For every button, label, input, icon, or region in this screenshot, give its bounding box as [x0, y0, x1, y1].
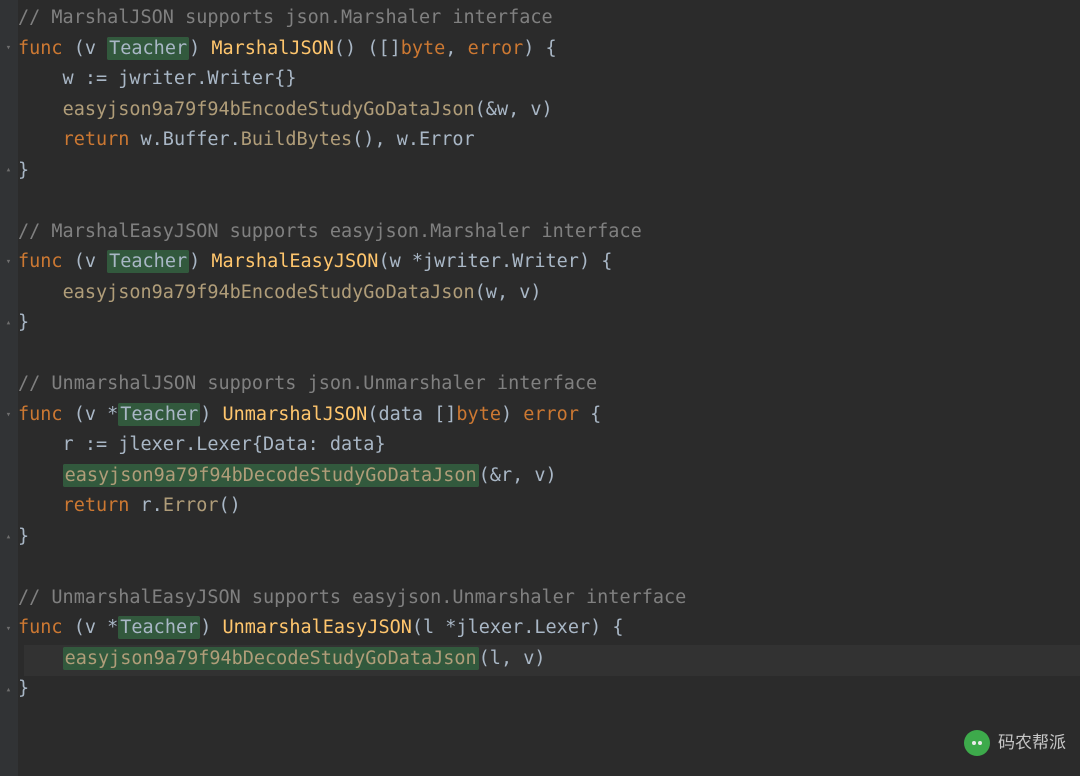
watermark-label: 码农帮派	[998, 728, 1066, 759]
brace: ) {	[590, 617, 623, 638]
keyword-return: return	[63, 129, 141, 150]
func-name: MarshalEasyJSON	[211, 251, 378, 272]
indent	[18, 465, 63, 486]
args: (&w, v)	[475, 99, 553, 120]
func-call: easyjson9a79f94bDecodeStudyGoDataJson	[63, 464, 479, 487]
receiver: (v	[74, 251, 107, 272]
func-name: UnmarshalEasyJSON	[223, 617, 412, 638]
receiver: (v *	[74, 617, 119, 638]
keyword-func: func	[18, 617, 63, 638]
func-name: UnmarshalJSON	[223, 404, 368, 425]
code: r := jlexer.	[18, 434, 196, 455]
keyword-return: return	[63, 495, 141, 516]
receiver: (v *	[74, 404, 119, 425]
parens: ()	[219, 495, 241, 516]
fold-icon[interactable]	[0, 614, 17, 644]
wechat-icon	[964, 730, 990, 756]
signature: () ([]	[334, 38, 401, 59]
comment: // UnmarshalJSON supports json.Unmarshal…	[18, 373, 597, 394]
brace: ) {	[579, 251, 612, 272]
func-name: MarshalJSON	[211, 38, 334, 59]
fold-icon[interactable]	[0, 155, 17, 185]
paren: )	[200, 617, 222, 638]
type-byte: byte	[401, 38, 446, 59]
indent	[18, 282, 63, 303]
fold-icon[interactable]	[0, 400, 17, 430]
signature: (w *jwriter.	[378, 251, 512, 272]
args: (&r, v)	[479, 465, 557, 486]
brace: }	[18, 312, 29, 333]
paren: )	[189, 251, 211, 272]
type-byte: byte	[456, 404, 501, 425]
braces: {}	[274, 68, 296, 89]
paren: )	[189, 38, 211, 59]
brace: }	[18, 526, 29, 547]
comment: // UnmarshalEasyJSON supports easyjson.U…	[18, 587, 686, 608]
receiver: (v	[74, 38, 107, 59]
type-error: error	[523, 404, 579, 425]
indent	[18, 648, 63, 669]
code-editor-content[interactable]: // MarshalJSON supports json.Marshaler i…	[18, 3, 686, 705]
args: (w, v)	[475, 282, 542, 303]
paren: )	[200, 404, 222, 425]
args: (l, v)	[479, 648, 546, 669]
paren: )	[501, 404, 523, 425]
fold-icon[interactable]	[0, 308, 17, 338]
func-call: easyjson9a79f94bEncodeStudyGoDataJson	[63, 282, 475, 303]
type-writer: Writer	[207, 68, 274, 89]
fold-icon[interactable]	[0, 247, 17, 277]
type-writer: Writer	[512, 251, 579, 272]
expr: r.	[141, 495, 163, 516]
type-teacher: Teacher	[118, 403, 200, 426]
brace: }	[18, 678, 29, 699]
brace: }	[18, 160, 29, 181]
indent	[18, 495, 63, 516]
comment: // MarshalEasyJSON supports easyjson.Mar…	[18, 221, 642, 242]
type-teacher: Teacher	[107, 250, 189, 273]
type-lexer: Lexer	[196, 434, 252, 455]
type-teacher: Teacher	[107, 37, 189, 60]
watermark: 码农帮派	[964, 728, 1066, 759]
keyword-func: func	[18, 251, 63, 272]
comma: ,	[445, 38, 467, 59]
struct-literal: {Data: data}	[252, 434, 386, 455]
indent	[18, 99, 63, 120]
brace: ) {	[523, 38, 556, 59]
keyword-func: func	[18, 404, 63, 425]
signature: (l *jlexer.	[412, 617, 535, 638]
editor-gutter	[0, 0, 18, 776]
type-teacher: Teacher	[118, 616, 200, 639]
fold-icon[interactable]	[0, 522, 17, 552]
func-call: easyjson9a79f94bEncodeStudyGoDataJson	[63, 99, 475, 120]
type-error: error	[468, 38, 524, 59]
expr: w.Buffer.	[141, 129, 241, 150]
expr: (), w.Error	[352, 129, 475, 150]
method: BuildBytes	[241, 129, 352, 150]
fold-icon[interactable]	[0, 33, 17, 63]
brace: {	[579, 404, 601, 425]
keyword-func: func	[18, 38, 63, 59]
method: Error	[163, 495, 219, 516]
signature: (data []	[367, 404, 456, 425]
func-call: easyjson9a79f94bDecodeStudyGoDataJson	[63, 647, 479, 670]
type-lexer: Lexer	[534, 617, 590, 638]
indent	[18, 129, 63, 150]
fold-icon[interactable]	[0, 675, 17, 705]
code: w := jwriter.	[18, 68, 207, 89]
comment: // MarshalJSON supports json.Marshaler i…	[18, 7, 553, 28]
